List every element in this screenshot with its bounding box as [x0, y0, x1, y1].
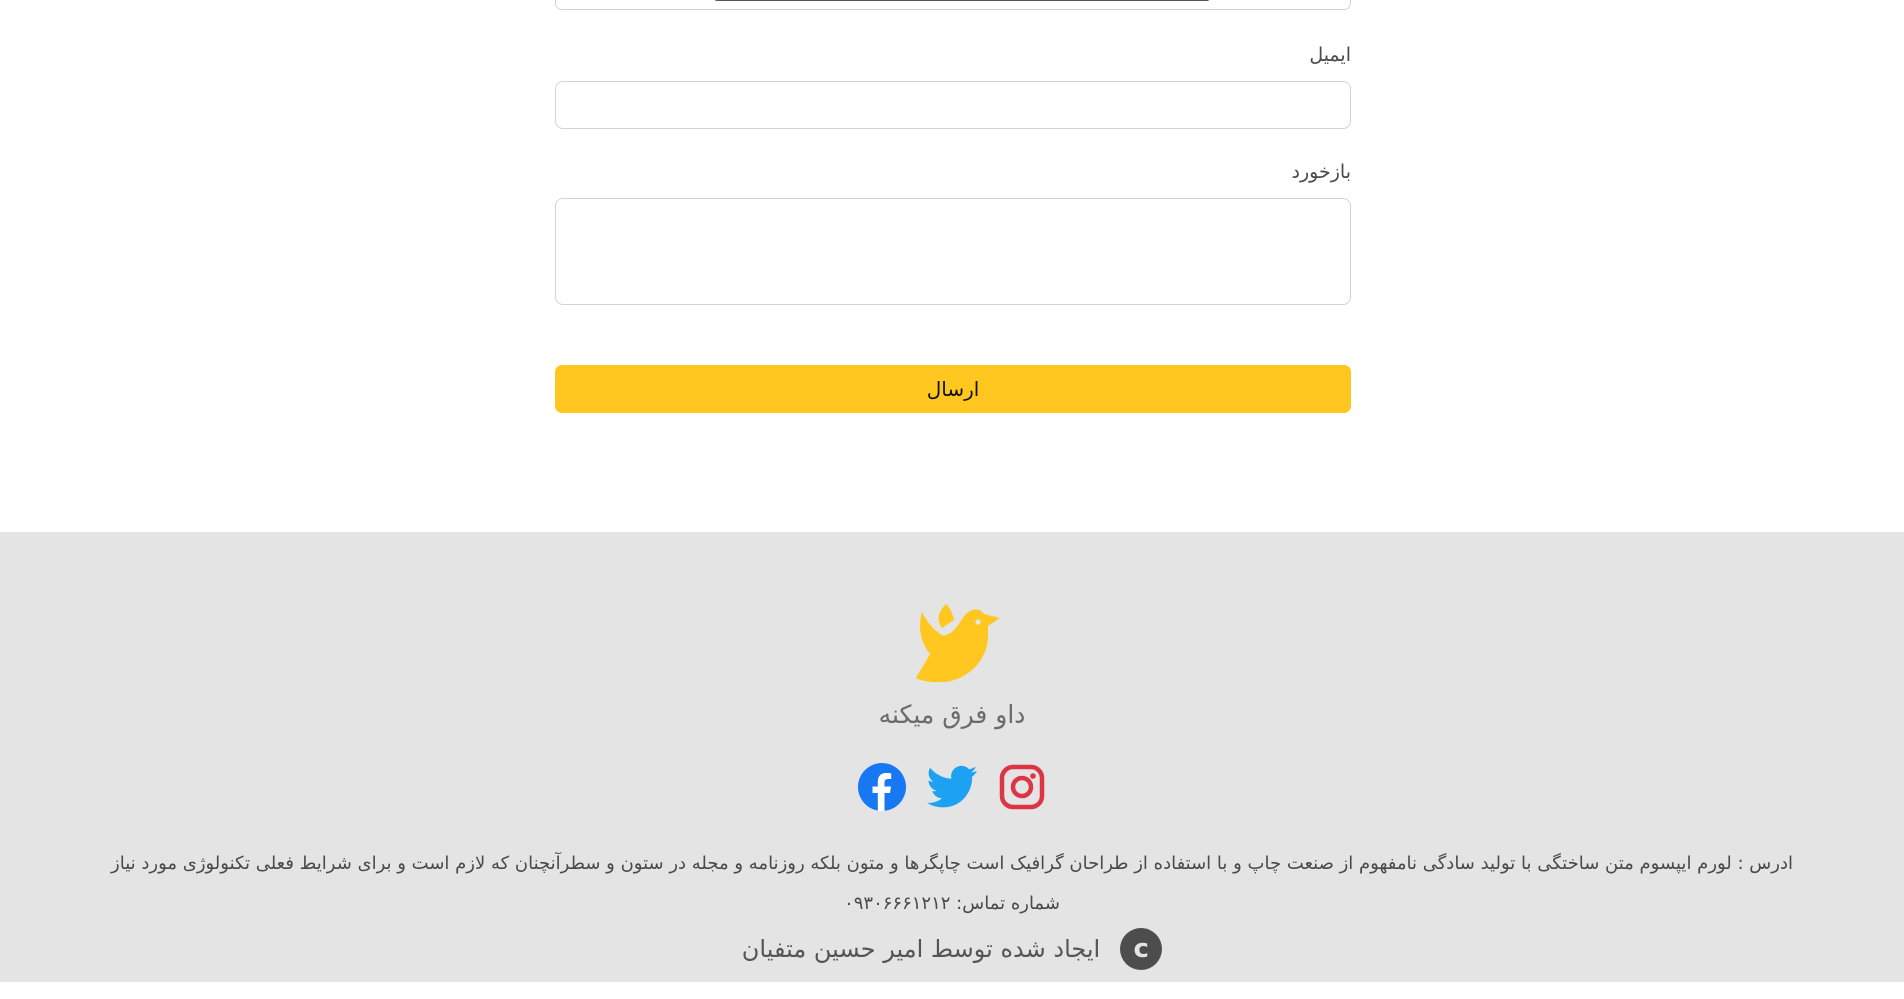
- scrollbar-thumb[interactable]: [714, 0, 1210, 1]
- footer: داو فرق میکنه ادرس : لورم ایپسوم متن ساخ…: [0, 532, 1904, 982]
- dove-icon: [916, 604, 1000, 683]
- credit-row: c ایجاد شده توسط امیر حسین متفیان: [0, 928, 1904, 970]
- copyright-icon: c: [1120, 928, 1163, 970]
- name-field-bottom-edge[interactable]: [555, 0, 1351, 10]
- credit-text: ایجاد شده توسط امیر حسین متفیان: [741, 935, 1101, 963]
- feedback-textarea[interactable]: [555, 198, 1351, 305]
- social-links: [0, 762, 1904, 812]
- feedback-label: بازخورد: [1291, 161, 1351, 183]
- phone-text: شماره تماس: ۰۹۳۰۶۶۶۱۲۱۲: [844, 893, 1060, 914]
- contact-info: ادرس : لورم ایپسوم متن ساختگی با تولید س…: [60, 844, 1844, 924]
- address-text: ادرس : لورم ایپسوم متن ساختگی با تولید س…: [111, 853, 1793, 874]
- instagram-icon[interactable]: [997, 762, 1047, 812]
- brand-name: داو فرق میکنه: [878, 700, 1026, 729]
- submit-button[interactable]: ارسال: [555, 365, 1351, 413]
- email-label: ایمیل: [1309, 44, 1351, 66]
- facebook-icon[interactable]: [857, 762, 907, 812]
- email-field[interactable]: [555, 81, 1351, 129]
- twitter-icon[interactable]: [927, 762, 977, 812]
